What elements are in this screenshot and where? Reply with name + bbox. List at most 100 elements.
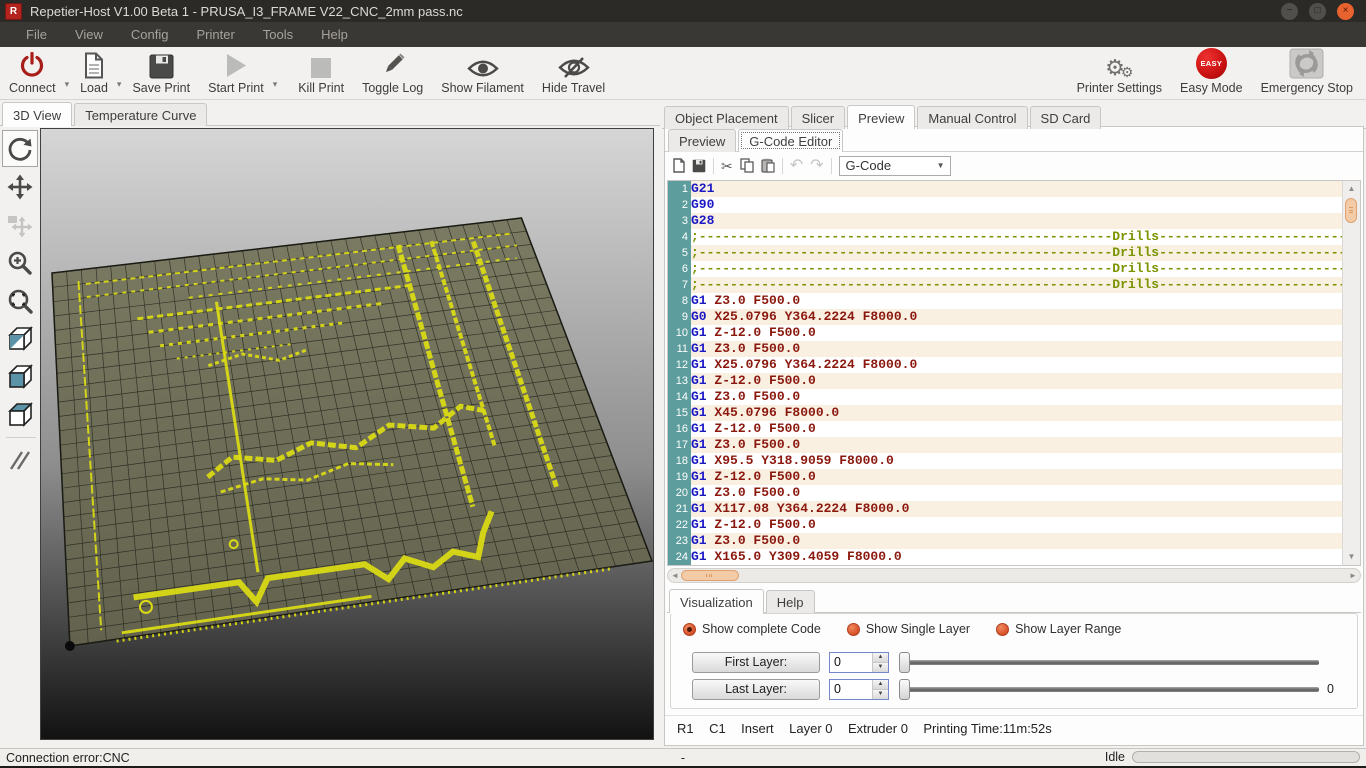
gcode-editor[interactable]: 123456789101112131415161718192021222324 … bbox=[667, 180, 1361, 566]
scroll-down-arrow[interactable]: ▼ bbox=[1344, 550, 1359, 564]
printer-settings-button[interactable]: ⚙⚙ Printer Settings bbox=[1068, 47, 1171, 99]
connect-button[interactable]: Connect bbox=[0, 47, 65, 99]
fit-view-tool[interactable] bbox=[2, 282, 38, 319]
tab-sd-card[interactable]: SD Card bbox=[1030, 106, 1102, 129]
gcode-line[interactable]: ;---------------------------------------… bbox=[691, 245, 1343, 261]
new-file-icon[interactable] bbox=[673, 158, 685, 173]
isometric-view-tool[interactable] bbox=[2, 320, 38, 357]
gcode-line[interactable]: G1 X117.08 Y364.2224 F8000.0 bbox=[691, 501, 1343, 517]
redo-icon[interactable]: ↷ bbox=[810, 158, 823, 174]
close-button[interactable]: × bbox=[1337, 3, 1354, 20]
subtab-gcode-editor[interactable]: G-Code Editor bbox=[738, 129, 843, 152]
emergency-stop-button[interactable]: Emergency Stop bbox=[1252, 47, 1362, 99]
subtab-preview[interactable]: Preview bbox=[668, 129, 736, 152]
menu-printer[interactable]: Printer bbox=[182, 27, 248, 42]
menu-file[interactable]: File bbox=[12, 27, 61, 42]
move-view-tool[interactable] bbox=[2, 168, 38, 205]
first-layer-spinner[interactable]: 0 ▲▼ bbox=[829, 652, 889, 673]
cut-icon[interactable]: ✂ bbox=[721, 159, 733, 173]
menu-config[interactable]: Config bbox=[117, 27, 183, 42]
spin-up-icon[interactable]: ▲ bbox=[873, 680, 888, 690]
first-layer-button[interactable]: First Layer: bbox=[692, 652, 820, 673]
gcode-line[interactable]: G1 Z3.0 F500.0 bbox=[691, 389, 1343, 405]
last-layer-spinner[interactable]: 0 ▲▼ bbox=[829, 679, 889, 700]
tab-object-placement[interactable]: Object Placement bbox=[664, 106, 789, 129]
gcode-line[interactable]: G1 Z-12.0 F500.0 bbox=[691, 325, 1343, 341]
gcode-line[interactable]: G1 X165.0 Y309.4059 F8000.0 bbox=[691, 549, 1343, 565]
zoom-in-tool[interactable] bbox=[2, 244, 38, 281]
toggle-log-button[interactable]: Toggle Log bbox=[353, 47, 432, 99]
first-layer-slider[interactable] bbox=[899, 652, 1319, 673]
spin-up-icon[interactable]: ▲ bbox=[873, 653, 888, 663]
gcode-line[interactable]: G90 bbox=[691, 197, 1343, 213]
gcode-line[interactable]: G1 X95.5 Y318.9059 F8000.0 bbox=[691, 453, 1343, 469]
last-layer-button[interactable]: Last Layer: bbox=[692, 679, 820, 700]
easy-mode-button[interactable]: EASY Easy Mode bbox=[1171, 47, 1252, 99]
gcode-line[interactable]: G1 Z3.0 F500.0 bbox=[691, 437, 1343, 453]
scroll-left-arrow[interactable]: ◄ bbox=[668, 569, 682, 582]
parallel-projection-tool[interactable] bbox=[2, 442, 38, 479]
start-print-dropdown-caret[interactable]: ▾ bbox=[273, 79, 280, 99]
gcode-line[interactable]: G1 Z3.0 F500.0 bbox=[691, 533, 1343, 549]
minimize-button[interactable]: − bbox=[1281, 3, 1298, 20]
scroll-right-arrow[interactable]: ► bbox=[1346, 569, 1360, 582]
horizontal-scrollbar[interactable]: ◄ ► bbox=[667, 568, 1361, 583]
copy-icon[interactable] bbox=[740, 158, 754, 173]
gcode-line[interactable]: G1 X25.0796 Y364.2224 F8000.0 bbox=[691, 357, 1343, 373]
vertical-scroll-thumb[interactable] bbox=[1345, 198, 1357, 223]
slider-thumb[interactable] bbox=[899, 652, 910, 673]
code-area[interactable]: G21G90G28;------------------------------… bbox=[691, 181, 1343, 565]
spin-down-icon[interactable]: ▼ bbox=[873, 663, 888, 672]
last-layer-slider[interactable] bbox=[899, 679, 1319, 700]
gcode-line[interactable]: G1 Z3.0 F500.0 bbox=[691, 341, 1343, 357]
menu-help[interactable]: Help bbox=[307, 27, 362, 42]
gcode-line[interactable]: G1 Z-12.0 F500.0 bbox=[691, 469, 1343, 485]
gcode-type-dropdown[interactable]: G-Code ▼ bbox=[839, 156, 951, 176]
rotate-icon bbox=[7, 136, 33, 162]
undo-icon[interactable]: ↶ bbox=[790, 158, 803, 174]
3d-canvas[interactable] bbox=[40, 128, 654, 740]
gcode-line[interactable]: G1 Z3.0 F500.0 bbox=[691, 485, 1343, 501]
paste-icon[interactable] bbox=[761, 158, 775, 173]
save-print-button[interactable]: Save Print bbox=[123, 47, 199, 99]
radio-show-layer-range[interactable]: Show Layer Range bbox=[996, 622, 1121, 636]
gcode-line[interactable]: G1 Z3.0 F500.0 bbox=[691, 293, 1343, 309]
move-object-tool[interactable] bbox=[2, 206, 38, 243]
load-button[interactable]: Load bbox=[71, 47, 117, 99]
gcode-line[interactable]: G1 Z-12.0 F500.0 bbox=[691, 373, 1343, 389]
slider-thumb[interactable] bbox=[899, 679, 910, 700]
top-view-tool[interactable] bbox=[2, 396, 38, 433]
menu-tools[interactable]: Tools bbox=[249, 27, 307, 42]
hide-travel-button[interactable]: Hide Travel bbox=[533, 47, 614, 99]
gcode-line[interactable]: ;---------------------------------------… bbox=[691, 277, 1343, 293]
tab-slicer[interactable]: Slicer bbox=[791, 106, 846, 129]
gcode-line[interactable]: G1 X45.0796 F8000.0 bbox=[691, 405, 1343, 421]
gcode-line[interactable]: ;---------------------------------------… bbox=[691, 229, 1343, 245]
tab-manual-control[interactable]: Manual Control bbox=[917, 106, 1027, 129]
show-filament-button[interactable]: Show Filament bbox=[432, 47, 533, 99]
spin-down-icon[interactable]: ▼ bbox=[873, 690, 888, 699]
gcode-line[interactable]: G28 bbox=[691, 213, 1343, 229]
tab-help[interactable]: Help bbox=[766, 590, 815, 613]
tab-3d-view[interactable]: 3D View bbox=[2, 102, 72, 126]
front-view-tool[interactable] bbox=[2, 358, 38, 395]
kill-print-button[interactable]: Kill Print bbox=[289, 47, 353, 99]
gcode-line[interactable]: G0 X25.0796 Y364.2224 F8000.0 bbox=[691, 309, 1343, 325]
gcode-line[interactable]: G21 bbox=[691, 181, 1343, 197]
gcode-line[interactable]: ;---------------------------------------… bbox=[691, 261, 1343, 277]
maximize-button[interactable]: □ bbox=[1309, 3, 1326, 20]
save-file-icon[interactable] bbox=[692, 159, 706, 173]
tab-preview[interactable]: Preview bbox=[847, 105, 915, 129]
gcode-line[interactable]: G1 Z-12.0 F500.0 bbox=[691, 421, 1343, 437]
gcode-line[interactable]: G1 Z-12.0 F500.0 bbox=[691, 517, 1343, 533]
tab-visualization[interactable]: Visualization bbox=[669, 589, 764, 613]
tab-temperature-curve[interactable]: Temperature Curve bbox=[74, 103, 207, 126]
menu-view[interactable]: View bbox=[61, 27, 117, 42]
radio-show-single-layer[interactable]: Show Single Layer bbox=[847, 622, 970, 636]
vertical-scrollbar[interactable]: ▲ ▼ bbox=[1342, 181, 1360, 565]
horizontal-scroll-thumb[interactable] bbox=[681, 570, 739, 581]
radio-show-complete-code[interactable]: Show complete Code bbox=[683, 622, 821, 636]
scroll-up-arrow[interactable]: ▲ bbox=[1344, 182, 1359, 196]
start-print-button[interactable]: Start Print bbox=[199, 47, 273, 99]
rotate-view-tool[interactable] bbox=[2, 130, 38, 167]
